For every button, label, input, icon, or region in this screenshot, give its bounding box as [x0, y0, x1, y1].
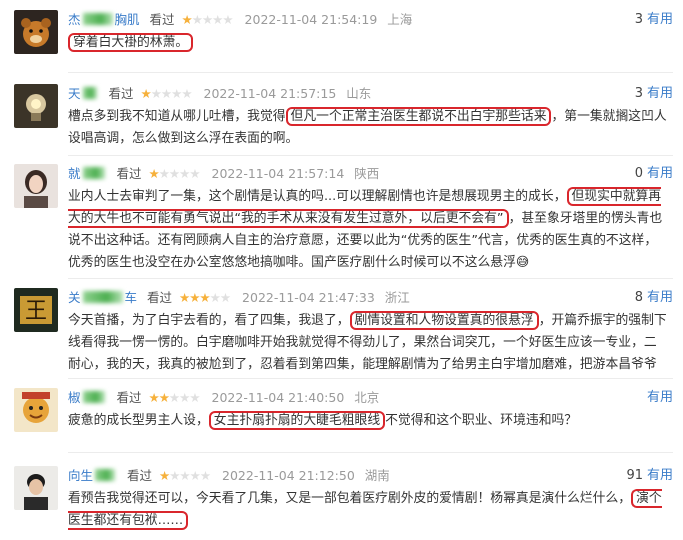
review-text: 疲惫的成长型男主人设， 女主扑扇扑扇的大睫毛粗眼线 不觉得和这个职业、环境违和吗？ [68, 411, 578, 430]
review-meta: 杰胸肌 看过 ★★★★★ 2022-11-04 21:54:19 上海 [68, 11, 412, 29]
location: 湖南 [364, 468, 390, 483]
highlight-box: 女主扑扇扑扇的大睫毛粗眼线 [208, 411, 386, 430]
rating-stars: ★★★★★ [179, 290, 231, 305]
username[interactable]: 天 [68, 86, 99, 101]
review-text: 槽点多到我不知道从哪儿吐槽，我觉得 但凡一个正常主治医生都说不出白宇那些话来 ，第一… [68, 107, 667, 146]
review-text: 穿着白大褂的林萧。 [68, 32, 669, 54]
review-meta: 天 看过 ★★★★★ 2022-11-04 21:57:15 山东 [68, 85, 371, 103]
timestamp: 2022-11-04 21:47:33 [242, 290, 375, 305]
rating-stars: ★★★★★ [159, 468, 211, 483]
rating-stars: ★★★★★ [148, 390, 201, 405]
cartoon-avatar-icon[interactable] [14, 388, 58, 432]
svg-text:王: 王 [25, 299, 47, 324]
review-meta: 椒 看过 ★★★★★ 2022-11-04 21:40:50 北京 [68, 389, 379, 407]
highlight-box: 但凡一个正常主治医生都说不出白宇那些话来 [285, 107, 552, 126]
location: 上海 [387, 12, 413, 27]
location: 山东 [346, 86, 372, 101]
useful-vote[interactable]: 3 有用 [635, 85, 673, 103]
rating-stars: ★★★★★ [140, 86, 193, 101]
review-meta: 就 看过 ★★★★★ 2022-11-04 21:57:14 陕西 [68, 165, 379, 183]
review-text: 今天首播，为了白宇去看的，看了四集，我退了， 剧情设置和人物设置真的很悬浮 ，开篇乔… [68, 311, 667, 372]
divider [68, 155, 673, 156]
useful-vote[interactable]: 91 有用 [626, 467, 673, 485]
sweat-smile-emoji: 😅 [515, 255, 530, 270]
review-text: 看预告我觉得还可以，今天看了几集，又是一部包着医疗剧外皮的爱情剧！杨幂真是演什么… [68, 489, 662, 530]
highlight-box: 剧情设置和人物设置真的很悬浮 [349, 311, 539, 330]
useful-vote[interactable]: 8 有用 [635, 289, 673, 307]
useful-vote[interactable]: 0 有用 [635, 165, 673, 183]
rating-stars: ★★★★★ [148, 166, 201, 181]
watched-label: 看过 [127, 468, 153, 483]
location: 北京 [354, 390, 380, 405]
review-text: 业内人士去审判了一集，这个剧情是认真的吗...可以理解剧情也许是想展现男主的成长… [68, 187, 663, 270]
king-avatar-icon[interactable]: 王 [14, 288, 58, 332]
divider [68, 72, 673, 73]
watched-label: 看过 [108, 86, 134, 101]
username[interactable]: 向生 [68, 468, 117, 483]
username[interactable]: 椒 [68, 390, 107, 405]
watched-label: 看过 [116, 166, 142, 181]
highlight-box: 穿着白大褂的林萧。 [68, 33, 194, 52]
divider [68, 378, 673, 379]
username[interactable]: 关车 [68, 290, 137, 305]
review-meta: 向生 看过 ★★★★★ 2022-11-04 21:12:50 湖南 [68, 467, 390, 485]
divider [68, 278, 673, 279]
timestamp: 2022-11-04 21:57:15 [203, 86, 337, 101]
useful-vote[interactable]: 有用 [643, 389, 673, 407]
username[interactable]: 就 [68, 166, 107, 181]
timestamp: 2022-11-04 21:12:50 [222, 468, 355, 483]
location: 浙江 [384, 290, 410, 305]
watched-label: 看过 [147, 290, 173, 305]
timestamp: 2022-11-04 21:54:19 [244, 12, 378, 27]
bulb-avatar-icon[interactable] [14, 84, 58, 128]
woman-avatar-icon[interactable] [14, 164, 58, 208]
divider [68, 452, 673, 453]
rating-stars: ★★★★★ [181, 12, 234, 27]
review-meta: 关车 看过 ★★★★★ 2022-11-04 21:47:33 浙江 [68, 289, 410, 307]
man-avatar-icon[interactable] [14, 466, 58, 510]
useful-vote[interactable]: 3 有用 [635, 11, 673, 29]
watched-label: 看过 [116, 390, 142, 405]
timestamp: 2022-11-04 21:40:50 [211, 390, 345, 405]
watched-label: 看过 [149, 12, 175, 27]
bear-avatar-icon[interactable] [14, 10, 58, 54]
username[interactable]: 杰胸肌 [68, 12, 140, 27]
location: 陕西 [354, 166, 380, 181]
timestamp: 2022-11-04 21:57:14 [211, 166, 345, 181]
